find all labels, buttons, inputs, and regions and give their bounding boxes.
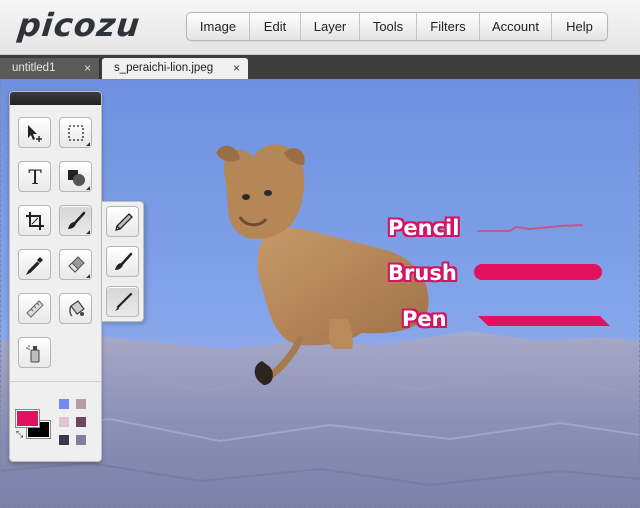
menu-filters[interactable]: Filters <box>417 13 480 40</box>
brush-tool-button[interactable] <box>59 205 92 236</box>
color-swatch[interactable] <box>59 399 69 409</box>
tab-label: s_peraichi-lion.jpeg <box>114 62 214 74</box>
brush-option-button[interactable] <box>106 246 139 277</box>
crop-tool-button[interactable] <box>18 205 51 236</box>
crop-icon <box>26 212 44 230</box>
eraser-tool-button[interactable] <box>59 249 92 280</box>
eyedropper-icon <box>25 257 43 276</box>
shape-tool-button[interactable] <box>59 161 92 192</box>
tab-label: untitled1 <box>12 62 56 74</box>
submenu-indicator-icon <box>86 274 90 278</box>
menu-image[interactable]: Image <box>187 13 250 40</box>
text-icon: T <box>28 166 42 188</box>
ruler-tool-button[interactable] <box>18 293 51 324</box>
pencil-stroke <box>477 224 583 232</box>
eraser-icon <box>68 256 85 273</box>
brush-icon <box>115 252 133 270</box>
marquee-icon <box>68 125 84 141</box>
brush-label: Brush <box>388 261 457 285</box>
paint-bucket-icon <box>69 300 85 317</box>
spray-can-icon <box>26 345 40 363</box>
tab-close-icon[interactable]: × <box>84 58 91 79</box>
app-logo[interactable]: picozu <box>16 6 142 44</box>
menu-tools[interactable]: Tools <box>360 13 417 40</box>
menu-edit[interactable]: Edit <box>250 13 301 40</box>
marquee-tool-button[interactable] <box>59 117 92 148</box>
palette-divider <box>10 381 101 382</box>
menu-help[interactable]: Help <box>552 13 607 40</box>
shape-icon <box>68 170 85 186</box>
tab-close-icon[interactable]: × <box>233 58 240 79</box>
color-swatch[interactable] <box>76 399 86 409</box>
pencil-icon <box>115 213 133 231</box>
spray-tool-button[interactable] <box>18 337 51 368</box>
ruler-icon <box>26 300 44 318</box>
color-swatch[interactable] <box>59 417 69 427</box>
document-tab-bar: untitled1 × s_peraichi-lion.jpeg × <box>0 55 640 79</box>
color-swatch[interactable] <box>76 435 86 445</box>
pen-icon <box>115 292 133 311</box>
color-swatch[interactable] <box>59 435 69 445</box>
move-tool-button[interactable] <box>18 117 51 148</box>
tool-palette: T ⤡ <box>9 91 102 462</box>
app-header: picozu Image Edit Layer Tools Filters Ac… <box>0 0 640 55</box>
submenu-indicator-icon <box>86 230 90 234</box>
menu-layer[interactable]: Layer <box>301 13 360 40</box>
paint-bucket-tool-button[interactable] <box>59 293 92 324</box>
eyedropper-tool-button[interactable] <box>18 249 51 280</box>
pen-tool-button[interactable] <box>106 286 139 317</box>
pen-stroke <box>478 316 610 326</box>
svg-text:T: T <box>28 166 42 188</box>
move-icon <box>28 125 42 142</box>
swap-colors-icon[interactable]: ⤡ <box>16 429 23 440</box>
pencil-tool-button[interactable] <box>106 206 139 237</box>
submenu-indicator-icon <box>86 186 90 190</box>
tab-untitled1[interactable]: untitled1 × <box>0 58 100 79</box>
brush-icon <box>68 211 86 229</box>
menu-account[interactable]: Account <box>480 13 552 40</box>
pen-label: Pen <box>402 307 447 331</box>
pencil-label: Pencil <box>388 216 460 240</box>
color-swatch[interactable] <box>76 417 86 427</box>
palette-titlebar[interactable] <box>10 92 101 105</box>
menu-bar: Image Edit Layer Tools Filters Account H… <box>186 12 608 41</box>
text-tool-button[interactable]: T <box>18 161 51 192</box>
submenu-indicator-icon <box>86 142 90 146</box>
foreground-color-swatch[interactable] <box>15 409 40 428</box>
brush-flyout-menu <box>102 201 144 322</box>
tab-lion-image[interactable]: s_peraichi-lion.jpeg × <box>102 58 248 79</box>
